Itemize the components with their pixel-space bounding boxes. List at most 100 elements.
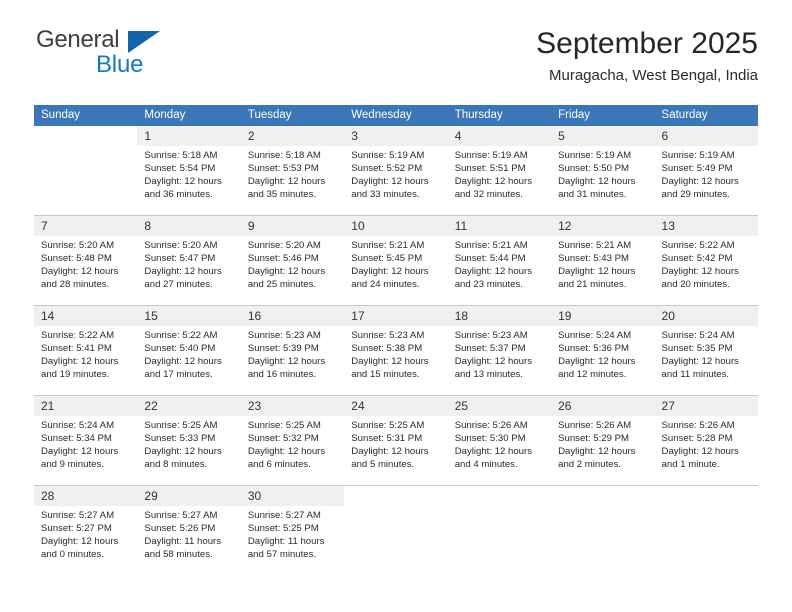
- daylight-text-line2: and 2 minutes.: [558, 459, 622, 471]
- day-number: 28: [34, 486, 138, 506]
- day-cell[interactable]: 19 Sunrise: 5:24 AM Sunset: 5:36 PM Dayl…: [551, 305, 655, 396]
- day-number: 1: [137, 126, 241, 146]
- daylight-text-line2: and 19 minutes.: [41, 369, 110, 381]
- general-blue-logo[interactable]: General Blue: [34, 26, 234, 84]
- sunset-text: Sunset: 5:47 PM: [144, 253, 216, 265]
- day-details: Sunrise: 5:26 AM Sunset: 5:30 PM Dayligh…: [448, 416, 551, 471]
- day-number: 2: [240, 126, 345, 146]
- sunrise-text: Sunrise: 5:24 AM: [661, 330, 735, 341]
- daylight-text-line1: Daylight: 12 hours: [558, 266, 636, 278]
- daylight-text-line1: Daylight: 11 hours: [247, 536, 325, 548]
- sunrise-text: Sunrise: 5:22 AM: [41, 330, 115, 341]
- day-cell[interactable]: 18 Sunrise: 5:23 AM Sunset: 5:37 PM Dayl…: [447, 305, 552, 396]
- day-number: 12: [551, 216, 655, 236]
- daylight-text-line2: and 58 minutes.: [144, 549, 213, 561]
- daylight-text-line2: and 6 minutes.: [247, 459, 311, 471]
- daylight-text-line2: and 11 minutes.: [661, 369, 730, 381]
- sunset-text: Sunset: 5:34 PM: [41, 433, 112, 445]
- day-number: 25: [447, 396, 552, 416]
- sunset-text: Sunset: 5:28 PM: [661, 433, 733, 445]
- day-cell[interactable]: 5 Sunrise: 5:19 AM Sunset: 5:50 PM Dayli…: [551, 126, 655, 216]
- day-cell[interactable]: 16 Sunrise: 5:23 AM Sunset: 5:39 PM Dayl…: [240, 305, 345, 396]
- day-cell[interactable]: 17 Sunrise: 5:23 AM Sunset: 5:38 PM Dayl…: [344, 305, 448, 396]
- day-number: 27: [654, 396, 758, 416]
- sunrise-text: Sunrise: 5:24 AM: [558, 330, 632, 341]
- day-details: Sunrise: 5:23 AM Sunset: 5:39 PM Dayligh…: [241, 326, 344, 381]
- day-cell[interactable]: 10 Sunrise: 5:21 AM Sunset: 5:45 PM Dayl…: [344, 215, 448, 306]
- sunset-text: Sunset: 5:42 PM: [661, 253, 733, 265]
- daylight-text-line1: Daylight: 12 hours: [661, 266, 739, 278]
- daylight-text-line2: and 36 minutes.: [144, 189, 213, 201]
- daylight-text-line1: Daylight: 12 hours: [247, 356, 326, 368]
- day-cell[interactable]: 6 Sunrise: 5:19 AM Sunset: 5:49 PM Dayli…: [654, 126, 758, 216]
- day-cell[interactable]: 27 Sunrise: 5:26 AM Sunset: 5:28 PM Dayl…: [654, 395, 758, 486]
- day-cell[interactable]: 9 Sunrise: 5:20 AM Sunset: 5:46 PM Dayli…: [240, 215, 345, 306]
- daylight-text-line2: and 15 minutes.: [351, 369, 420, 381]
- day-cell[interactable]: 3 Sunrise: 5:19 AM Sunset: 5:52 PM Dayli…: [344, 126, 448, 216]
- day-cell[interactable]: 22 Sunrise: 5:25 AM Sunset: 5:33 PM Dayl…: [137, 395, 241, 486]
- day-number: 10: [344, 216, 448, 236]
- daylight-text-line1: Daylight: 12 hours: [661, 446, 739, 458]
- day-cell[interactable]: 24 Sunrise: 5:25 AM Sunset: 5:31 PM Dayl…: [344, 395, 448, 486]
- day-cell[interactable]: 23 Sunrise: 5:25 AM Sunset: 5:32 PM Dayl…: [240, 395, 345, 486]
- day-cell[interactable]: 21 Sunrise: 5:24 AM Sunset: 5:34 PM Dayl…: [34, 395, 138, 486]
- day-cell[interactable]: 2 Sunrise: 5:18 AM Sunset: 5:53 PM Dayli…: [240, 126, 345, 216]
- daylight-text-line1: Daylight: 12 hours: [351, 266, 429, 278]
- sunset-text: Sunset: 5:53 PM: [247, 163, 319, 175]
- day-cell[interactable]: 13 Sunrise: 5:22 AM Sunset: 5:42 PM Dayl…: [654, 215, 758, 306]
- sunset-text: Sunset: 5:54 PM: [144, 163, 216, 175]
- day-cell[interactable]: 20 Sunrise: 5:24 AM Sunset: 5:35 PM Dayl…: [654, 305, 758, 396]
- day-details: Sunrise: 5:24 AM Sunset: 5:34 PM Dayligh…: [34, 416, 137, 471]
- day-cell[interactable]: 4 Sunrise: 5:19 AM Sunset: 5:51 PM Dayli…: [447, 126, 552, 216]
- day-cell[interactable]: 30 Sunrise: 5:27 AM Sunset: 5:25 PM Dayl…: [240, 485, 345, 575]
- day-cell[interactable]: 14 Sunrise: 5:22 AM Sunset: 5:41 PM Dayl…: [34, 305, 138, 396]
- day-number: 23: [240, 396, 345, 416]
- daylight-text-line2: and 4 minutes.: [454, 459, 518, 471]
- day-cell[interactable]: 28 Sunrise: 5:27 AM Sunset: 5:27 PM Dayl…: [34, 485, 138, 575]
- daylight-text-line1: Daylight: 12 hours: [454, 266, 533, 278]
- day-cell[interactable]: 8 Sunrise: 5:20 AM Sunset: 5:47 PM Dayli…: [137, 215, 241, 306]
- sunset-text: Sunset: 5:51 PM: [454, 163, 526, 175]
- sunrise-text: Sunrise: 5:19 AM: [454, 150, 528, 161]
- day-details: Sunrise: 5:22 AM Sunset: 5:40 PM Dayligh…: [137, 326, 240, 381]
- day-cell[interactable]: 11 Sunrise: 5:21 AM Sunset: 5:44 PM Dayl…: [447, 215, 552, 306]
- daylight-text-line2: and 31 minutes.: [558, 189, 627, 201]
- day-number: 19: [551, 306, 655, 326]
- daylight-text-line1: Daylight: 12 hours: [454, 176, 533, 188]
- daylight-text-line1: Daylight: 12 hours: [144, 356, 222, 368]
- day-cell[interactable]: 7 Sunrise: 5:20 AM Sunset: 5:48 PM Dayli…: [34, 215, 138, 306]
- day-details: Sunrise: 5:19 AM Sunset: 5:50 PM Dayligh…: [551, 146, 654, 201]
- daylight-text-line2: and 20 minutes.: [661, 279, 730, 291]
- daylight-text-line2: and 29 minutes.: [661, 189, 730, 201]
- day-number: 7: [34, 216, 138, 236]
- day-details: Sunrise: 5:27 AM Sunset: 5:27 PM Dayligh…: [34, 506, 137, 561]
- sunrise-text: Sunrise: 5:26 AM: [661, 420, 735, 431]
- day-number: 22: [137, 396, 241, 416]
- daylight-text-line1: Daylight: 12 hours: [558, 356, 636, 368]
- sunrise-text: Sunrise: 5:26 AM: [454, 420, 528, 431]
- sunset-text: Sunset: 5:27 PM: [41, 523, 112, 535]
- day-details: Sunrise: 5:26 AM Sunset: 5:28 PM Dayligh…: [655, 416, 758, 471]
- daylight-text-line2: and 24 minutes.: [351, 279, 420, 291]
- daylight-text-line1: Daylight: 12 hours: [454, 356, 533, 368]
- day-cell: [654, 485, 758, 575]
- sunset-text: Sunset: 5:43 PM: [558, 253, 630, 265]
- sunrise-text: Sunrise: 5:27 AM: [144, 510, 218, 521]
- day-number: 15: [137, 306, 241, 326]
- daylight-text-line2: and 17 minutes.: [144, 369, 213, 381]
- sunrise-text: Sunrise: 5:19 AM: [351, 150, 425, 161]
- calendar-week-row: 14 Sunrise: 5:22 AM Sunset: 5:41 PM Dayl…: [34, 305, 758, 396]
- day-number: 17: [344, 306, 448, 326]
- day-cell[interactable]: 15 Sunrise: 5:22 AM Sunset: 5:40 PM Dayl…: [137, 305, 241, 396]
- day-cell[interactable]: 25 Sunrise: 5:26 AM Sunset: 5:30 PM Dayl…: [447, 395, 552, 486]
- sunrise-text: Sunrise: 5:20 AM: [247, 240, 321, 251]
- day-cell[interactable]: 29 Sunrise: 5:27 AM Sunset: 5:26 PM Dayl…: [137, 485, 241, 575]
- sunrise-text: Sunrise: 5:25 AM: [351, 420, 425, 431]
- sunrise-text: Sunrise: 5:27 AM: [41, 510, 115, 521]
- day-cell[interactable]: 26 Sunrise: 5:26 AM Sunset: 5:29 PM Dayl…: [551, 395, 655, 486]
- day-cell[interactable]: 1 Sunrise: 5:18 AM Sunset: 5:54 PM Dayli…: [137, 126, 241, 216]
- day-number: 11: [447, 216, 552, 236]
- day-number: 13: [654, 216, 758, 236]
- day-cell[interactable]: 12 Sunrise: 5:21 AM Sunset: 5:43 PM Dayl…: [551, 215, 655, 306]
- daylight-text-line1: Daylight: 12 hours: [247, 176, 326, 188]
